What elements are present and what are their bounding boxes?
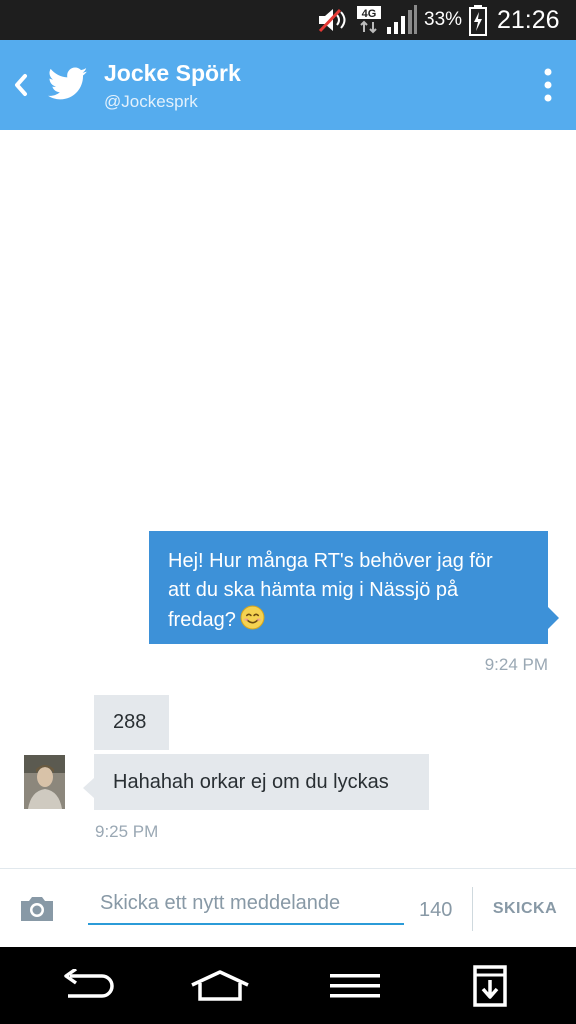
nav-home-button[interactable]	[180, 957, 260, 1015]
home-nav-icon	[191, 970, 249, 1001]
overflow-menu-icon	[544, 68, 552, 102]
back-icon	[15, 74, 27, 96]
avatar[interactable]	[24, 755, 65, 809]
bubble-tail	[83, 778, 94, 798]
navigation-bar	[0, 947, 576, 1024]
nav-menu-button[interactable]	[315, 957, 395, 1015]
message-line: fredag?	[168, 609, 236, 631]
menu-nav-icon	[330, 974, 380, 998]
overflow-menu-button[interactable]	[530, 62, 566, 108]
incoming-message[interactable]: 288	[94, 695, 169, 750]
signal-icon	[386, 0, 418, 40]
network-type-label: 4G	[362, 8, 377, 20]
clock: 21:26	[497, 5, 560, 34]
conversation-handle: @Jockesprk	[104, 92, 198, 111]
message-line: att du ska hämta mig i Nässjö på	[168, 579, 459, 601]
divider	[472, 887, 473, 931]
mute-icon	[316, 0, 350, 40]
incoming-message[interactable]: Hahahah orkar ej om du lyckas	[94, 754, 429, 810]
message-text: 288	[113, 711, 147, 733]
character-counter: 140	[419, 899, 453, 921]
message-input[interactable]	[88, 887, 404, 925]
camera-icon	[21, 897, 53, 921]
back-nav-icon	[64, 969, 114, 998]
message-text: Hahahah orkar ej om du lyckas	[113, 770, 389, 793]
message-timestamp: 9:25 PM	[95, 822, 159, 841]
message-line: Hej! Hur många RT's behöver jag för	[168, 550, 493, 572]
message-thread[interactable]: Hej! Hur många RT's behöver jag för att …	[0, 130, 576, 868]
download-nav-icon	[473, 965, 507, 1007]
nav-download-button[interactable]	[450, 957, 530, 1015]
battery-charging-icon	[468, 0, 488, 40]
outgoing-message[interactable]: Hej! Hur många RT's behöver jag för att …	[149, 531, 548, 644]
smiling-face-icon	[240, 605, 265, 639]
4g-data-icon: 4G	[356, 0, 384, 40]
battery-percent: 33%	[424, 9, 463, 30]
send-button[interactable]: SKICKA	[486, 887, 564, 931]
camera-button[interactable]	[18, 894, 56, 929]
nav-back-button[interactable]	[46, 957, 126, 1015]
message-timestamp: 9:24 PM	[484, 655, 548, 674]
conversation-title: Jocke Spörk	[104, 60, 241, 86]
twitter-bird-icon	[47, 67, 88, 106]
back-button[interactable]	[6, 65, 36, 105]
bubble-tail	[548, 607, 559, 629]
status-bar: 4G 33% 21:26	[0, 0, 576, 40]
message-composer: 140 SKICKA	[0, 868, 576, 948]
app-bar: Jocke Spörk @Jockesprk	[0, 40, 576, 130]
